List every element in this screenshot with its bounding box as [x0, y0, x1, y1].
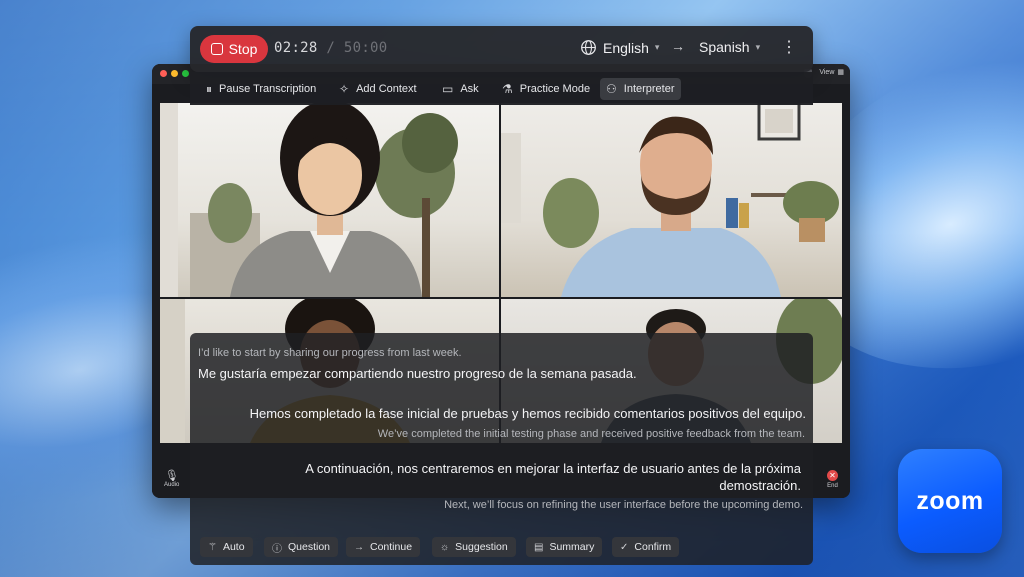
- chevron-down-icon: ▾: [654, 42, 660, 52]
- target-language-label: Spanish: [699, 39, 750, 55]
- arrow-right-icon: →: [671, 38, 685, 54]
- pause-icon: ⏸︎: [206, 81, 213, 96]
- interpreter-icon: ⚇: [606, 82, 617, 96]
- minimize-window-button[interactable]: [171, 70, 178, 77]
- flask-icon: ⚗︎: [502, 82, 513, 96]
- total-time: 50:00: [343, 40, 388, 56]
- chevron-down-icon: ▾: [755, 41, 761, 52]
- globe-icon: [581, 40, 596, 55]
- target-language-select[interactable]: Spanish ▾: [699, 39, 760, 55]
- confirm-button[interactable]: ✓ Confirm: [612, 537, 680, 557]
- stop-icon: [210, 43, 223, 55]
- audio-button[interactable]: 🎙︎ Audio: [164, 470, 179, 488]
- continue-button[interactable]: → Continue: [346, 537, 421, 557]
- summary-button[interactable]: ▤ Summary: [526, 537, 603, 557]
- add-context-button[interactable]: ✧ Add Context: [333, 78, 423, 100]
- arrow-right-icon: →: [354, 541, 364, 553]
- ask-button[interactable]: ▭ Ask: [436, 78, 485, 100]
- question-icon: ⓘ: [272, 543, 282, 555]
- question-label: Question: [288, 541, 331, 553]
- transcript-panel: I’d like to start by sharing our progres…: [190, 333, 813, 565]
- continue-label: Continue: [370, 541, 413, 553]
- question-button[interactable]: ⓘ Question: [264, 537, 339, 557]
- auto-label: Auto: [222, 541, 245, 553]
- more-options-icon[interactable]: ⋮: [781, 38, 797, 58]
- pause-transcription-button[interactable]: ⏸︎ Pause Transcription: [200, 78, 322, 100]
- zoom-app-icon[interactable]: zoom: [898, 449, 1002, 553]
- confirm-label: Confirm: [634, 541, 672, 553]
- document-icon: ▤: [534, 541, 544, 553]
- zoom-logo-text: zoom: [916, 486, 984, 515]
- participant-video-2[interactable]: [501, 103, 842, 297]
- pause-transcription-label: Pause Transcription: [219, 83, 317, 95]
- transcript-translation-line: Me gustaría empezar compartiendo nuestro…: [198, 366, 637, 381]
- practice-mode-label: Practice Mode: [519, 83, 591, 95]
- magic-wand-icon: ⚚: [208, 541, 217, 553]
- interpreter-label: Interpreter: [623, 83, 675, 95]
- grid-icon: ▦: [837, 69, 844, 76]
- practice-mode-button[interactable]: ⚗︎ Practice Mode: [496, 78, 596, 100]
- source-language-select[interactable]: English ▾: [580, 39, 659, 56]
- suggestion-label: Suggestion: [455, 541, 508, 553]
- add-context-label: Add Context: [356, 83, 417, 95]
- end-meeting-button[interactable]: ✕ End: [827, 470, 838, 489]
- audio-label: Audio: [164, 482, 180, 488]
- participant-video-1[interactable]: [160, 103, 499, 297]
- stop-button[interactable]: Stop: [200, 35, 268, 63]
- transcript-source-line: We’ve completed the initial testing phas…: [377, 428, 805, 440]
- recording-bar: Stop 02:28 / 50:00 English ▾ → Spanish ▾…: [190, 26, 813, 72]
- summary-label: Summary: [549, 541, 595, 553]
- close-window-button[interactable]: [160, 70, 167, 77]
- check-icon: ✓: [620, 541, 629, 553]
- suggestion-button[interactable]: ☼ Suggestion: [432, 537, 516, 557]
- ask-label: Ask: [460, 83, 479, 95]
- transcript-translation-line: demostración.: [719, 478, 801, 493]
- end-call-icon: ✕: [827, 470, 838, 481]
- chat-icon: ▭: [442, 82, 454, 96]
- interpreter-button[interactable]: ⚇ Interpreter: [600, 78, 681, 100]
- transcript-translation-line: A continuación, nos centraremos en mejor…: [305, 461, 801, 476]
- participant-2-image: [501, 103, 839, 297]
- microphone-icon: 🎙︎: [164, 470, 179, 482]
- sparkle-icon: ✧: [339, 82, 350, 96]
- view-button[interactable]: View ▦: [819, 68, 844, 77]
- participant-1-image: [160, 103, 458, 297]
- recording-timer: 02:28 / 50:00: [274, 40, 388, 56]
- maximize-window-button[interactable]: [182, 70, 189, 77]
- timer-separator: /: [326, 40, 336, 56]
- transcript-translation-line: Hemos completado la fase inicial de prue…: [249, 406, 806, 421]
- source-language-label: English: [603, 39, 649, 56]
- lightbulb-icon: ☼: [440, 541, 450, 553]
- auto-button[interactable]: ⚚ Auto: [200, 537, 253, 557]
- view-label: View: [819, 68, 835, 76]
- stop-label: Stop: [228, 41, 258, 57]
- transcript-source-line: Next, we’ll focus on refining the user i…: [444, 499, 803, 511]
- transcript-source-line: I’d like to start by sharing our progres…: [198, 347, 462, 359]
- end-label: End: [827, 483, 838, 489]
- tools-toolbar: ⏸︎ Pause Transcription ✧ Add Context ▭ A…: [190, 72, 813, 105]
- elapsed-time: 02:28: [274, 40, 318, 56]
